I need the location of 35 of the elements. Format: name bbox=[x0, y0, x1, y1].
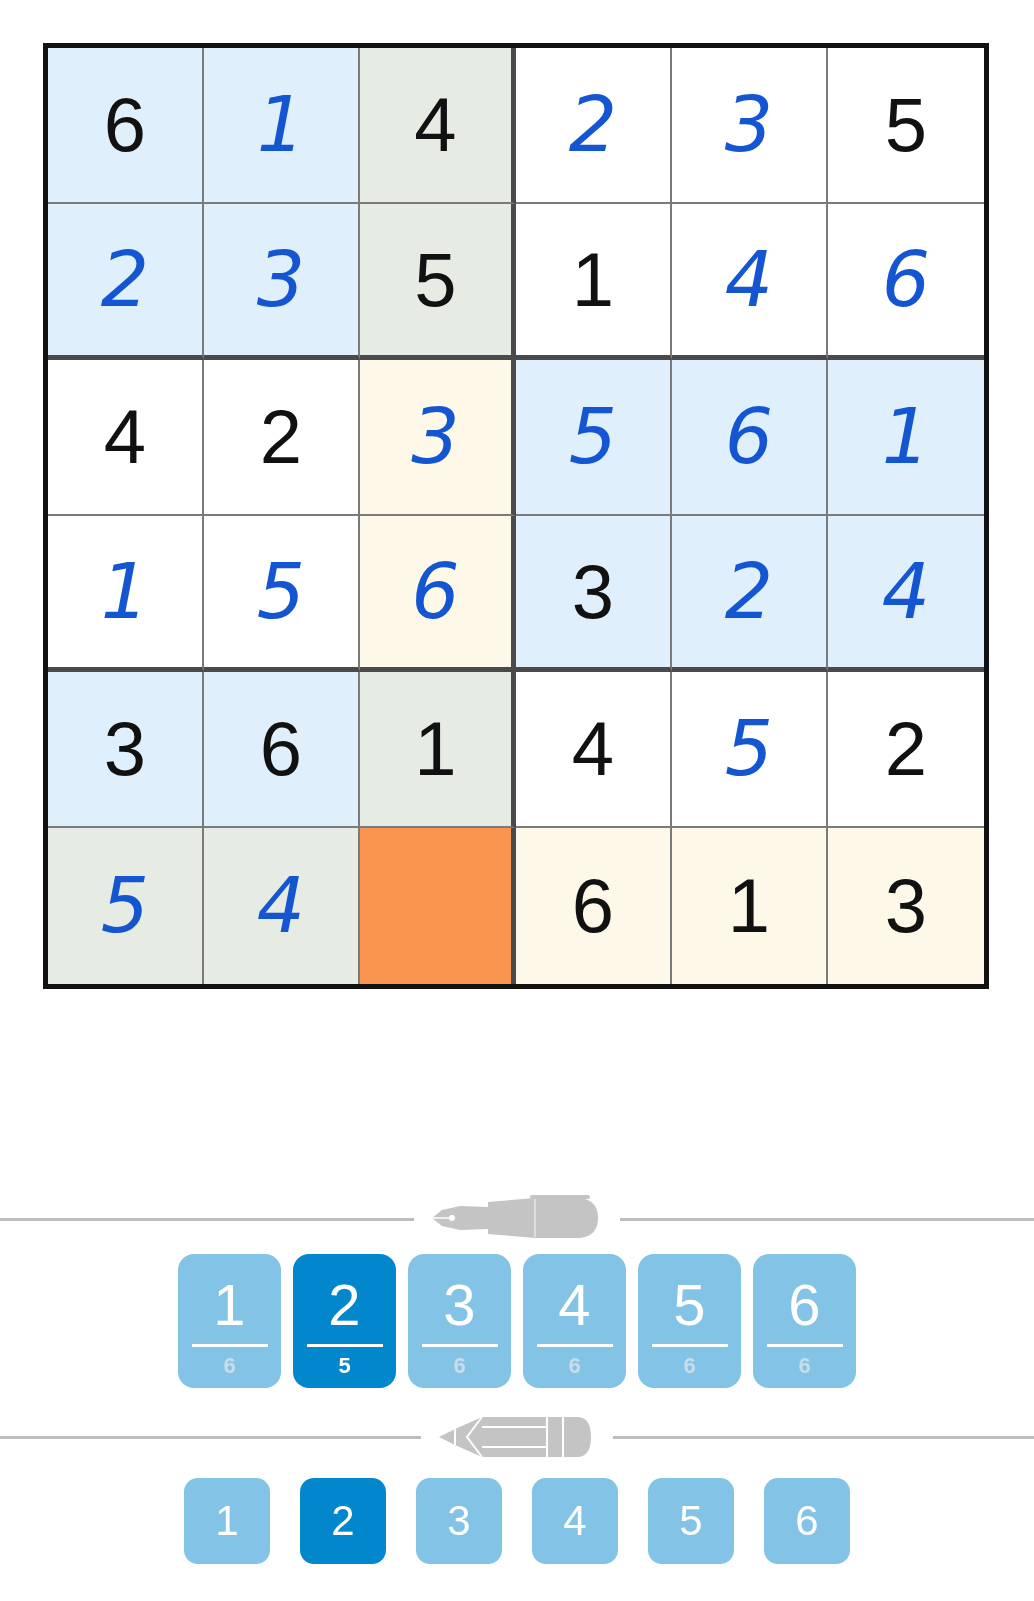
grid-cell[interactable]: 5 bbox=[48, 828, 204, 984]
grid-cell[interactable]: 1 bbox=[48, 516, 204, 672]
grid-cell[interactable]: 2 bbox=[516, 48, 672, 204]
grid-cell[interactable]: 4 bbox=[516, 672, 672, 828]
grid-cell[interactable]: 5 bbox=[204, 516, 360, 672]
grid-cell[interactable] bbox=[360, 828, 516, 984]
grid-cell[interactable]: 1 bbox=[204, 48, 360, 204]
grid-cell[interactable]: 4 bbox=[672, 204, 828, 360]
grid-cell[interactable]: 1 bbox=[360, 672, 516, 828]
grid-cell[interactable]: 1 bbox=[516, 204, 672, 360]
grid-cell[interactable]: 6 bbox=[360, 516, 516, 672]
grid-cell[interactable]: 6 bbox=[48, 48, 204, 204]
grid-cell[interactable]: 5 bbox=[360, 204, 516, 360]
grid-cell[interactable]: 4 bbox=[828, 516, 984, 672]
grid-cell[interactable]: 5 bbox=[516, 360, 672, 516]
grid-cell[interactable]: 4 bbox=[360, 48, 516, 204]
pencil-digit-button[interactable]: 2 bbox=[300, 1478, 386, 1564]
grid-cell[interactable]: 3 bbox=[672, 48, 828, 204]
grid-cell[interactable]: 2 bbox=[48, 204, 204, 360]
grid-cell[interactable]: 4 bbox=[204, 828, 360, 984]
grid-cell[interactable]: 2 bbox=[672, 516, 828, 672]
grid-cell[interactable]: 6 bbox=[672, 360, 828, 516]
grid-cell[interactable]: 3 bbox=[360, 360, 516, 516]
grid-cell[interactable]: 3 bbox=[204, 204, 360, 360]
grid-cell[interactable]: 3 bbox=[516, 516, 672, 672]
grid-cell[interactable]: 5 bbox=[672, 672, 828, 828]
grid-cell[interactable]: 2 bbox=[204, 360, 360, 516]
grid-cell[interactable]: 6 bbox=[516, 828, 672, 984]
grid-cell[interactable]: 6 bbox=[204, 672, 360, 828]
grid-cell[interactable]: 1 bbox=[828, 360, 984, 516]
grid-cell[interactable]: 4 bbox=[48, 360, 204, 516]
grid-cell[interactable]: 3 bbox=[828, 828, 984, 984]
grid-cell[interactable]: 1 bbox=[672, 828, 828, 984]
grid-cell[interactable]: 3 bbox=[48, 672, 204, 828]
pen-digit-button[interactable]: 2 5 bbox=[293, 1254, 396, 1388]
